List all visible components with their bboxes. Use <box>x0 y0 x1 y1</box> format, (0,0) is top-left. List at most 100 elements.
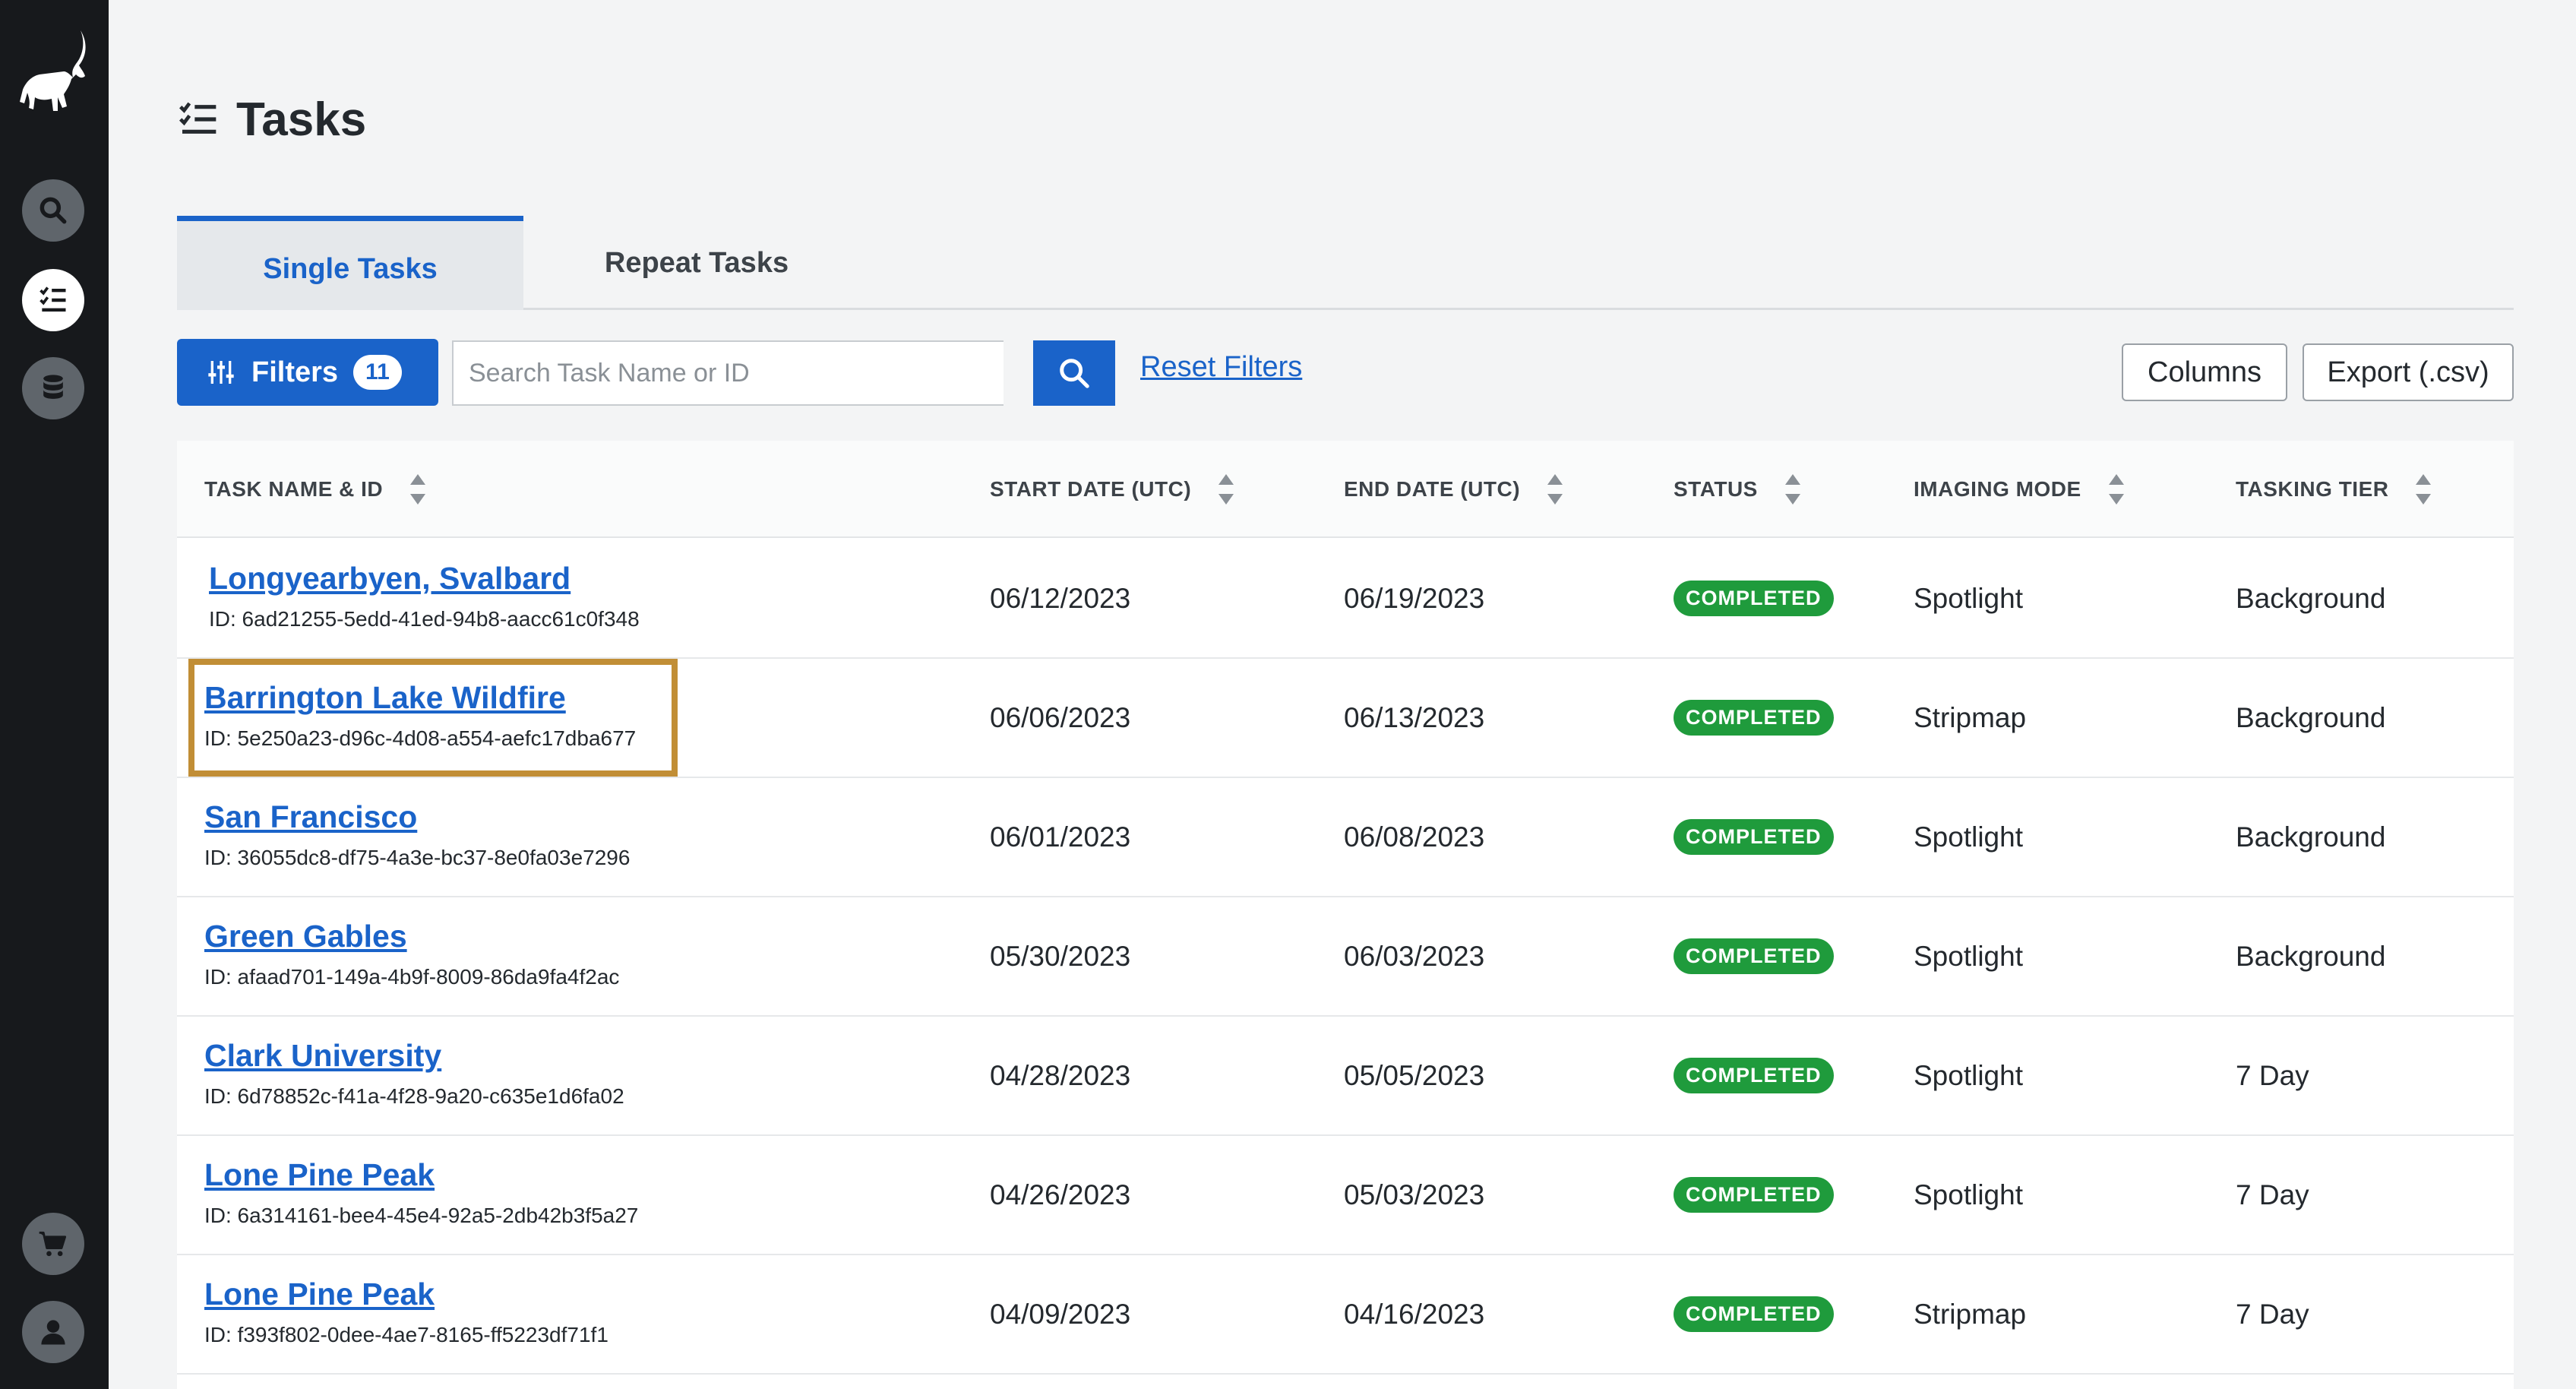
end-date-cell: 06/08/2023 <box>1344 821 1485 853</box>
task-name-cell: Green Gables ID: afaad701-149a-4b9f-8009… <box>204 919 619 989</box>
header-status[interactable]: STATUS <box>1674 441 1802 538</box>
task-id: ID: 6ad21255-5edd-41ed-94b8-aacc61c0f348 <box>209 607 640 631</box>
columns-button[interactable]: Columns <box>2122 343 2287 401</box>
status-badge: COMPLETED <box>1674 581 1834 616</box>
tasks-nav-button[interactable] <box>22 269 84 331</box>
status-cell: COMPLETED <box>1674 1136 1834 1254</box>
sort-icon <box>2108 474 2124 505</box>
imaging-mode-cell: Spotlight <box>1914 1059 2023 1091</box>
task-name-link[interactable]: Lone Pine Peak <box>204 1157 638 1193</box>
status-badge: COMPLETED <box>1674 938 1834 974</box>
tab-single-tasks[interactable]: Single Tasks <box>177 216 523 310</box>
task-name-link[interactable]: Barrington Lake Wildfire <box>204 680 636 716</box>
main-content: Tasks Single Tasks Repeat Tasks Filters … <box>109 0 2576 1389</box>
table-row: Barrington Lake Wildfire ID: 5e250a23-d9… <box>177 659 2514 778</box>
table-row: Lone Pine Peak ID: 6a314161-bee4-45e4-92… <box>177 1136 2514 1255</box>
start-date-cell: 06/12/2023 <box>990 582 1131 614</box>
tab-repeat-tasks[interactable]: Repeat Tasks <box>523 216 870 310</box>
task-tabs: Single Tasks Repeat Tasks <box>177 216 2514 310</box>
status-cell: COMPLETED <box>1674 659 1834 777</box>
search-bar <box>452 340 1004 406</box>
status-cell: COMPLETED <box>1674 1017 1834 1134</box>
task-name-link[interactable]: San Francisco <box>204 799 630 835</box>
header-end-date[interactable]: END DATE (UTC) <box>1344 441 1564 538</box>
header-start-date[interactable]: START DATE (UTC) <box>990 441 1235 538</box>
task-name-link[interactable]: Longyearbyen, Svalbard <box>209 561 640 596</box>
database-nav-button[interactable] <box>22 357 84 419</box>
search-nav-button[interactable] <box>22 179 84 242</box>
table-header: TASK NAME & ID START DATE (UTC) END DATE… <box>177 441 2514 538</box>
tasks-list-icon <box>179 102 217 134</box>
cart-nav-button[interactable] <box>22 1213 84 1275</box>
page-title: Tasks <box>236 93 367 146</box>
imaging-mode-cell: Stripmap <box>1914 1298 2027 1330</box>
search-input[interactable] <box>452 340 1004 406</box>
task-id: ID: 6a314161-bee4-45e4-92a5-2db42b3f5a27 <box>204 1204 639 1227</box>
export-csv-button[interactable]: Export (.csv) <box>2303 343 2514 401</box>
start-date-cell: 06/01/2023 <box>990 821 1131 853</box>
status-cell: COMPLETED <box>1674 778 1834 896</box>
status-badge: COMPLETED <box>1674 1177 1834 1213</box>
start-date-cell: 06/06/2023 <box>990 701 1131 733</box>
sidebar <box>0 0 109 1389</box>
task-name-cell: Lone Pine Peak ID: f393f802-0dee-4ae7-81… <box>204 1277 608 1347</box>
tasking-tier-cell: Background <box>2236 701 2386 733</box>
task-id: ID: afaad701-149a-4b9f-8009-86da9fa4f2ac <box>204 965 620 989</box>
end-date-cell: 05/05/2023 <box>1344 1059 1485 1091</box>
start-date-cell: 04/28/2023 <box>990 1059 1131 1091</box>
tasking-tier-cell: Background <box>2236 821 2386 853</box>
imaging-mode-cell: Spotlight <box>1914 940 2023 972</box>
tasks-list-icon <box>40 286 66 312</box>
tasking-tier-cell: Background <box>2236 940 2386 972</box>
status-cell: COMPLETED <box>1674 1255 1834 1373</box>
search-icon <box>40 197 67 224</box>
task-id: ID: 5e250a23-d96c-4d08-a554-aefc17dba677 <box>204 726 637 750</box>
status-cell: COMPLETED <box>1674 897 1834 1015</box>
task-name-cell: Barrington Lake Wildfire ID: 5e250a23-d9… <box>204 680 636 751</box>
imaging-mode-cell: Stripmap <box>1914 701 2027 733</box>
task-name-cell: Longyearbyen, Svalbard ID: 6ad21255-5edd… <box>209 561 640 631</box>
status-badge: COMPLETED <box>1674 819 1834 855</box>
start-date-cell: 04/26/2023 <box>990 1179 1131 1210</box>
task-name-cell: San Francisco ID: 36055dc8-df75-4a3e-bc3… <box>204 799 630 870</box>
task-name-cell: Lone Pine Peak ID: 6a314161-bee4-45e4-92… <box>204 1157 638 1228</box>
sort-icon <box>2416 474 2432 505</box>
sliders-icon <box>208 361 234 384</box>
status-cell: COMPLETED <box>1674 539 1834 657</box>
header-task-name[interactable]: TASK NAME & ID <box>204 441 427 538</box>
end-date-cell: 06/19/2023 <box>1344 582 1485 614</box>
tasks-table: TASK NAME & ID START DATE (UTC) END DATE… <box>177 441 2514 1389</box>
cart-icon <box>39 1231 67 1257</box>
table-row: Longyearbyen, Svalbard ID: 6ad21255-5edd… <box>177 539 2514 659</box>
status-badge: COMPLETED <box>1674 700 1834 736</box>
task-name-link[interactable]: Lone Pine Peak <box>204 1277 608 1312</box>
user-icon <box>41 1320 65 1345</box>
task-id: ID: 6d78852c-f41a-4f28-9a20-c635e1d6fa02 <box>204 1084 624 1108</box>
filters-button[interactable]: Filters 11 <box>177 339 438 406</box>
header-tasking-tier[interactable]: TASKING TIER <box>2236 441 2432 538</box>
tasking-tier-cell: 7 Day <box>2236 1059 2309 1091</box>
filters-count-badge: 11 <box>353 355 402 390</box>
header-imaging-mode[interactable]: IMAGING MODE <box>1914 441 2126 538</box>
sort-icon <box>1547 474 1563 505</box>
imaging-mode-cell: Spotlight <box>1914 1179 2023 1210</box>
tasking-tier-cell: 7 Day <box>2236 1298 2309 1330</box>
table-row: Green Gables ID: afaad701-149a-4b9f-8009… <box>177 897 2514 1017</box>
task-name-link[interactable]: Clark University <box>204 1038 624 1074</box>
search-button[interactable] <box>1033 340 1115 406</box>
reset-filters-link[interactable]: Reset Filters <box>1140 351 1302 384</box>
sort-icon <box>1218 474 1234 505</box>
start-date-cell: 04/09/2023 <box>990 1298 1131 1330</box>
status-badge: COMPLETED <box>1674 1058 1834 1093</box>
task-name-cell: Clark University ID: 6d78852c-f41a-4f28-… <box>204 1038 624 1109</box>
table-row: San Francisco ID: 36055dc8-df75-4a3e-bc3… <box>177 778 2514 897</box>
page-header: Tasks <box>177 85 366 153</box>
task-id: ID: f393f802-0dee-4ae7-8165-ff5223df71f1 <box>204 1323 608 1346</box>
task-name-link[interactable]: Green Gables <box>204 919 619 954</box>
end-date-cell: 04/16/2023 <box>1344 1298 1485 1330</box>
search-icon <box>1060 359 1089 388</box>
imaging-mode-cell: Spotlight <box>1914 582 2023 614</box>
sort-icon <box>1784 474 1800 505</box>
logo-ibex-icon[interactable] <box>17 29 90 128</box>
user-nav-button[interactable] <box>22 1301 84 1363</box>
